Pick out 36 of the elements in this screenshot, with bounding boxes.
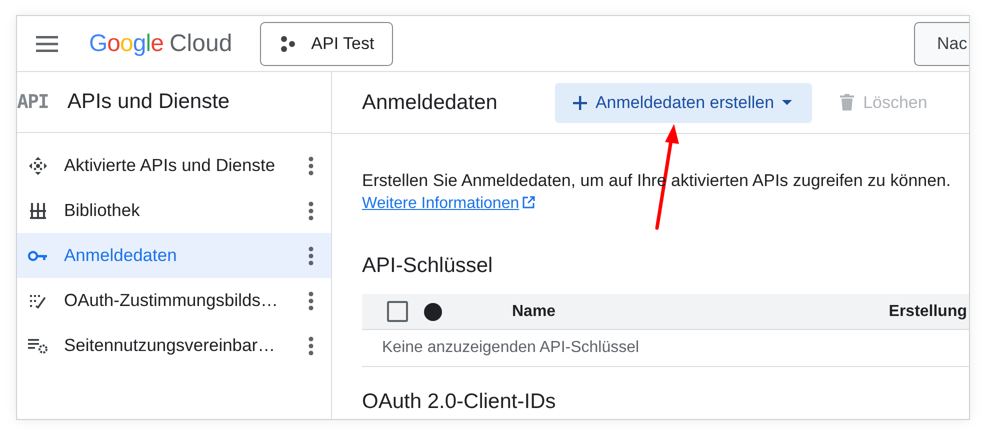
sidebar-title: APIs und Dienste bbox=[67, 90, 230, 114]
trash-icon bbox=[840, 94, 854, 111]
caret-icon bbox=[782, 100, 792, 105]
sidebar-item[interactable]: Bibliothek bbox=[17, 188, 331, 233]
diamond-dots-icon bbox=[28, 156, 48, 176]
more-options-icon[interactable] bbox=[308, 290, 314, 310]
learn-more-link[interactable]: Weitere Informationen bbox=[362, 195, 520, 212]
create-credentials-button[interactable]: Anmeldedaten erstellen bbox=[555, 82, 812, 122]
empty-message: Keine anzuzeigenden API-Schlüssel bbox=[382, 339, 640, 357]
more-options-icon[interactable] bbox=[308, 246, 314, 266]
more-options-icon[interactable] bbox=[308, 200, 314, 220]
header-button[interactable]: Nac bbox=[914, 22, 969, 66]
google-cloud-logo[interactable]: Google Cloud bbox=[89, 30, 232, 58]
sidebar-item[interactable]: Anmeldedaten bbox=[17, 233, 331, 278]
column-header: Name bbox=[512, 302, 556, 320]
sidebar-item[interactable]: OAuth-Zustimmungsbilds… bbox=[17, 278, 331, 323]
select-all-checkbox[interactable] bbox=[387, 301, 408, 322]
more-options-icon[interactable] bbox=[308, 336, 314, 356]
status-dot-icon bbox=[424, 302, 442, 320]
key-icon bbox=[28, 250, 48, 262]
api-label: API bbox=[17, 91, 48, 113]
sidebar-item[interactable]: Seitennutzungsvereinbar… bbox=[17, 323, 331, 368]
section-heading: API-Schlüssel bbox=[362, 254, 494, 278]
project-picker-button[interactable]: API Test bbox=[260, 22, 394, 66]
dotted-check-icon bbox=[29, 292, 47, 308]
project-icon bbox=[279, 34, 298, 52]
menu-icon[interactable] bbox=[36, 36, 58, 52]
column-header: Erstellung bbox=[888, 302, 967, 320]
external-link-icon bbox=[522, 196, 536, 209]
section-heading: OAuth 2.0-Client-IDs bbox=[362, 389, 557, 414]
more-options-icon[interactable] bbox=[308, 156, 314, 176]
sidebar-item[interactable]: Aktivierte APIs und Dienste bbox=[17, 143, 331, 188]
list-settings-icon bbox=[28, 338, 48, 354]
page-title: Anmeldedaten bbox=[362, 90, 498, 114]
plus-icon bbox=[573, 96, 588, 110]
library-icon bbox=[29, 202, 47, 220]
